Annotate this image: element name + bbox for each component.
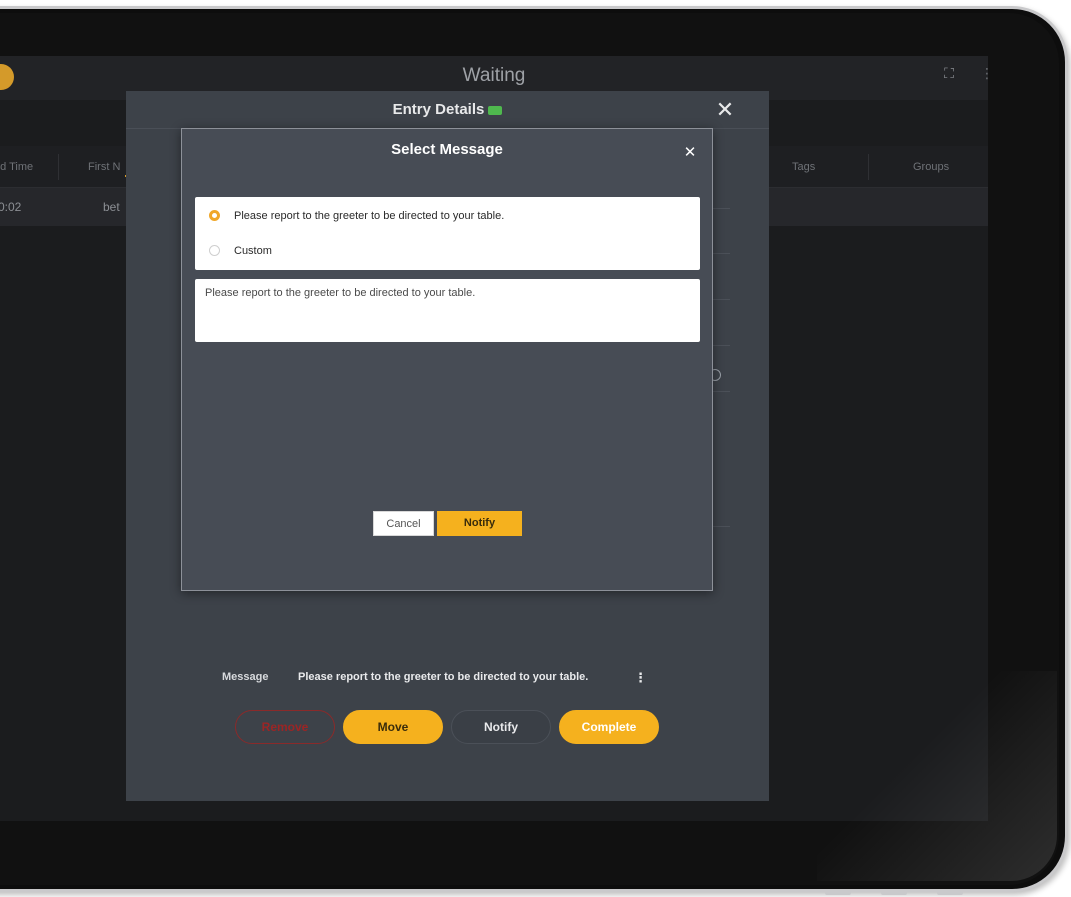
field-divider [712, 253, 730, 254]
hardware-button [881, 891, 907, 895]
hardware-button [937, 891, 963, 895]
cancel-button[interactable]: Cancel [373, 511, 434, 536]
cell-time: 0:02 [0, 200, 22, 214]
close-icon[interactable]: ✕ [680, 143, 700, 163]
column-header-first-name[interactable]: First N [88, 146, 120, 188]
field-divider [712, 208, 730, 209]
message-menu-icon[interactable]: ⋮ [634, 670, 647, 686]
field-divider [712, 391, 730, 392]
field-divider [712, 526, 730, 527]
complete-button[interactable]: Complete [559, 710, 659, 744]
notify-button[interactable]: Notify [437, 511, 522, 536]
entry-details-header: Entry Details ✕ [126, 91, 769, 129]
select-message-dialog: Select Message ✕ Please report to the gr… [181, 128, 713, 591]
expand-icon[interactable]: ⛶ [938, 62, 960, 84]
column-header-groups[interactable]: Groups [913, 146, 949, 188]
option-label: Please report to the greeter to be direc… [234, 210, 505, 222]
message-textarea[interactable]: Please report to the greeter to be direc… [195, 279, 700, 342]
cell-first-name: bet [103, 200, 120, 214]
tablet-buttons [825, 891, 963, 895]
entry-details-title-text: Entry Details [392, 101, 485, 118]
notify-button[interactable]: Notify [451, 710, 551, 744]
entry-details-title: Entry Details [126, 91, 769, 129]
column-header-time[interactable]: ed Time [0, 146, 33, 188]
radio-unselected[interactable] [209, 245, 220, 256]
close-icon[interactable]: ✕ [712, 97, 738, 123]
column-header-tags[interactable]: Tags [792, 146, 815, 188]
field-divider [712, 299, 730, 300]
message-label: Message [222, 671, 269, 683]
message-options: Please report to the greeter to be direc… [195, 197, 700, 270]
radio-selected[interactable] [209, 210, 220, 221]
hardware-button [825, 891, 851, 895]
field-divider [712, 345, 730, 346]
column-divider [58, 154, 59, 180]
column-divider [868, 154, 869, 180]
more-vertical-icon[interactable]: ⋮ [980, 62, 988, 84]
select-message-title: Select Message [391, 141, 503, 158]
ticket-icon [488, 105, 503, 115]
move-button[interactable]: Move [343, 710, 443, 744]
message-value: Please report to the greeter to be direc… [298, 671, 589, 683]
option-label: Custom [234, 245, 272, 257]
remove-button[interactable]: Remove [235, 710, 335, 744]
